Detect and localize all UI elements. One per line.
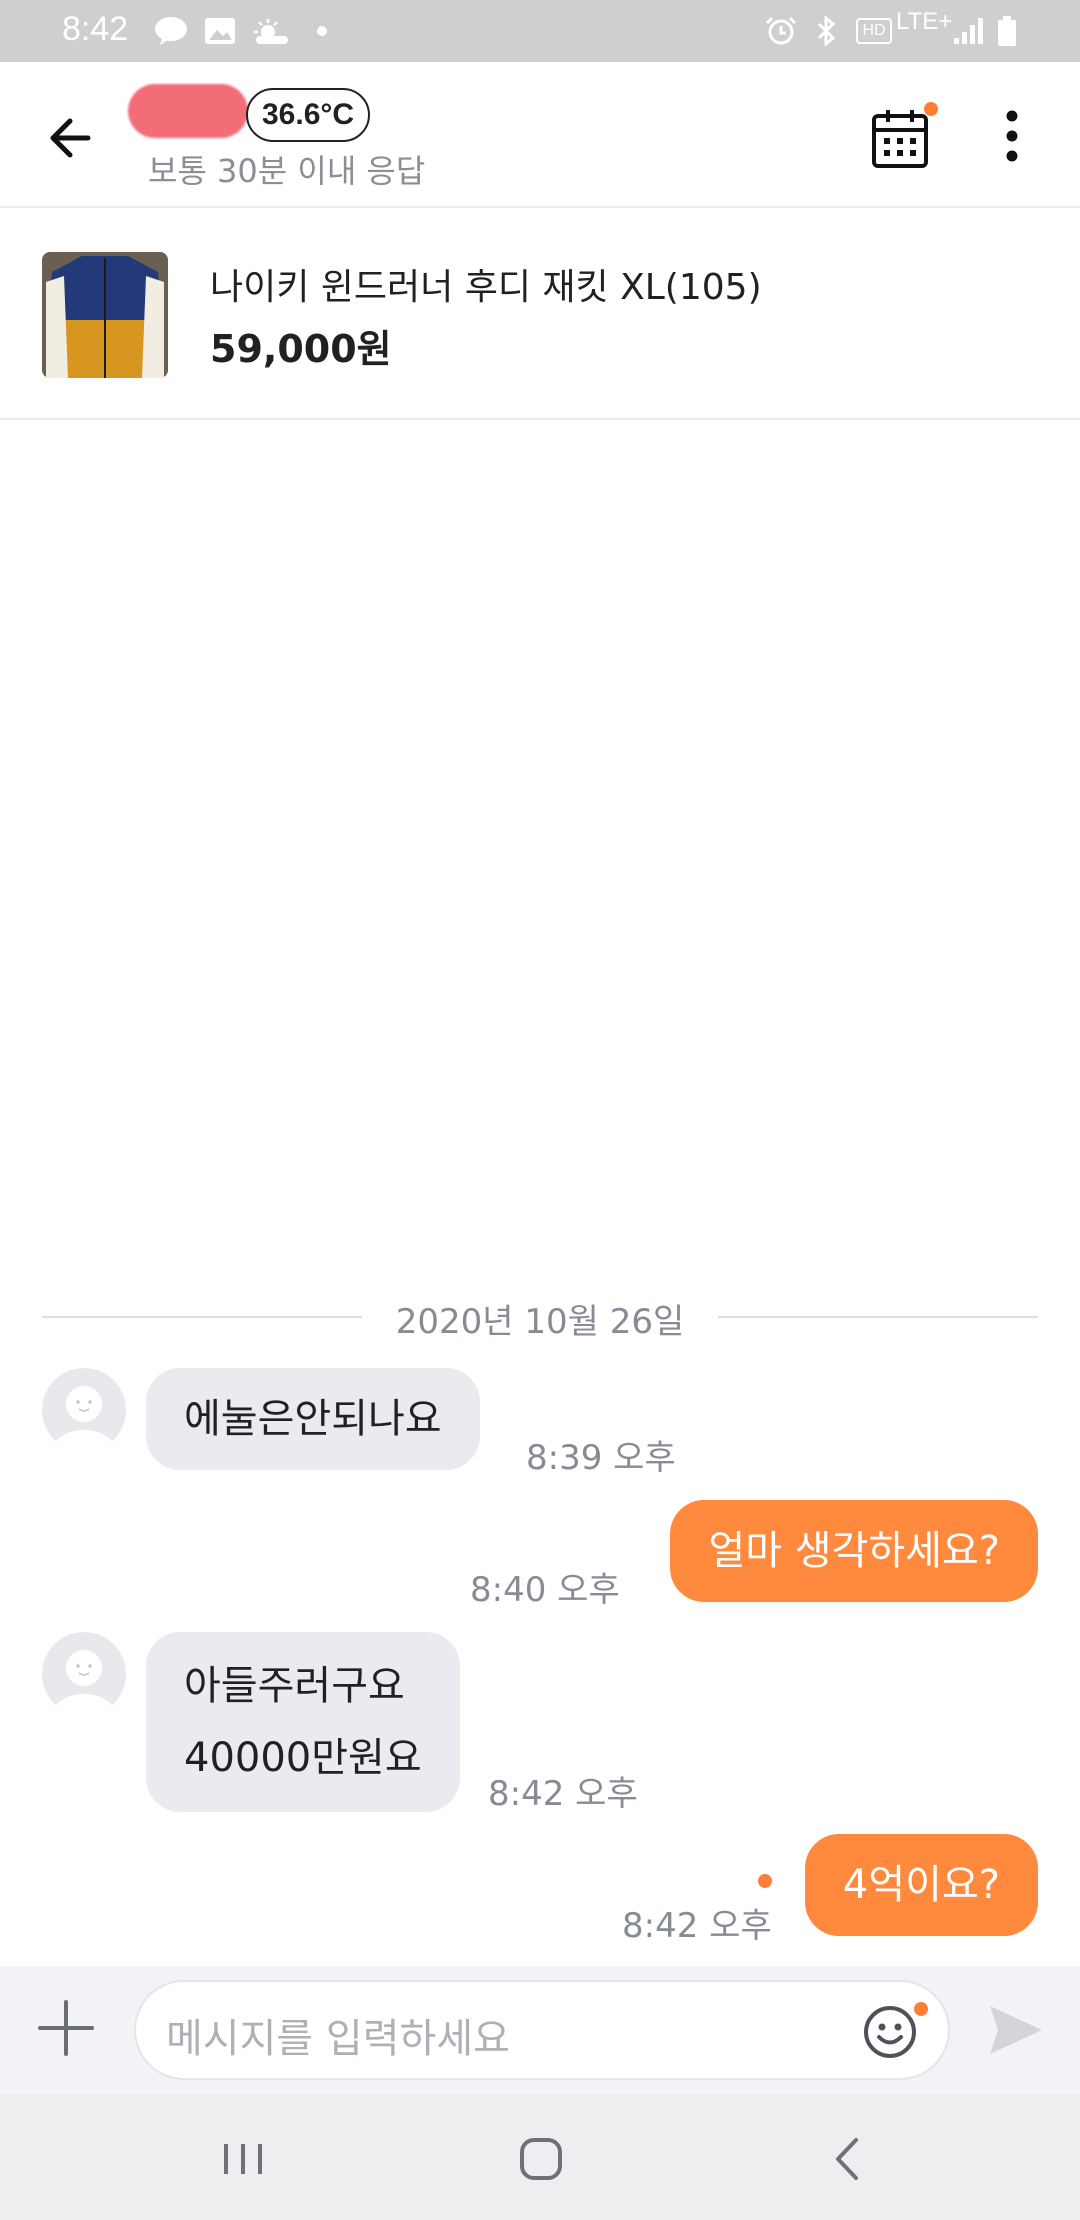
unread-indicator-dot bbox=[758, 1874, 772, 1888]
message-bubble-incoming[interactable]: 에눌은안되나요 bbox=[146, 1368, 480, 1470]
status-bar: 8:42 HD LTE+ bbox=[0, 0, 1080, 62]
status-time: 8:42 bbox=[62, 10, 129, 48]
message-time: 8:39 오후 bbox=[526, 1438, 676, 1478]
message-bubble-outgoing[interactable]: 4억이요? bbox=[804, 1834, 1038, 1936]
emoji-icon[interactable] bbox=[862, 2004, 918, 2060]
calendar-icon[interactable] bbox=[870, 104, 934, 174]
signal-icon bbox=[954, 18, 983, 44]
message-time: 8:42 오후 bbox=[622, 1906, 772, 1946]
message-composer: 메시지를 입력하세요 bbox=[0, 1966, 1080, 2094]
more-vertical-icon[interactable] bbox=[1000, 106, 1024, 166]
home-icon[interactable] bbox=[516, 2134, 566, 2184]
redacted-username bbox=[128, 84, 248, 138]
message-text: 에눌은안되나요 bbox=[184, 1396, 442, 1442]
dot-icon bbox=[317, 26, 327, 36]
product-thumbnail[interactable] bbox=[42, 252, 168, 378]
emoji-notification-dot bbox=[914, 2002, 928, 2016]
response-time-label: 보통 30분 이내 응답 bbox=[148, 152, 426, 190]
message-input-placeholder: 메시지를 입력하세요 bbox=[166, 2016, 510, 2062]
product-title: 나이키 윈드러너 후디 재킷 XL(105) bbox=[210, 267, 762, 308]
message-time: 8:42 오후 bbox=[488, 1774, 638, 1814]
product-price: 59,000원 bbox=[210, 327, 392, 371]
talk-icon bbox=[155, 17, 187, 45]
back-arrow-icon[interactable] bbox=[40, 102, 110, 172]
bluetooth-icon bbox=[817, 16, 836, 46]
chat-header: 36.6°C 보통 30분 이내 응답 bbox=[0, 62, 1080, 208]
system-navigation-bar bbox=[0, 2094, 1080, 2220]
message-bubble-incoming[interactable]: 아들주러구요 40000만원요 bbox=[146, 1632, 460, 1812]
manner-temperature-badge: 36.6°C bbox=[246, 88, 371, 142]
date-divider: 2020년 10월 26일 bbox=[42, 1290, 1038, 1342]
gallery-icon bbox=[205, 18, 235, 44]
calendar-notification-dot bbox=[924, 102, 938, 116]
message-text-line: 아들주러구요 bbox=[184, 1663, 405, 1709]
message-text: 얼마 생각하세요? bbox=[708, 1528, 1000, 1574]
alarm-icon bbox=[765, 16, 797, 45]
plus-icon[interactable] bbox=[34, 1996, 98, 2060]
default-profile-icon bbox=[52, 1650, 116, 1716]
chat-date: 2020년 10월 26일 bbox=[395, 1302, 685, 1342]
back-nav-icon[interactable] bbox=[824, 2134, 874, 2184]
message-time: 8:40 오후 bbox=[470, 1570, 620, 1610]
default-profile-icon bbox=[52, 1386, 116, 1452]
message-input[interactable]: 메시지를 입력하세요 bbox=[134, 1980, 950, 2080]
message-bubble-outgoing[interactable]: 얼마 생각하세요? bbox=[670, 1500, 1038, 1602]
battery-icon bbox=[998, 16, 1016, 46]
sender-avatar[interactable] bbox=[42, 1632, 126, 1716]
product-summary[interactable]: 나이키 윈드러너 후디 재킷 XL(105) 59,000원 bbox=[0, 208, 1080, 420]
sender-avatar[interactable] bbox=[42, 1368, 126, 1452]
weather-icon bbox=[254, 19, 288, 44]
message-text-line: 40000만원요 bbox=[184, 1735, 422, 1781]
send-icon[interactable] bbox=[986, 2000, 1046, 2060]
hd-icon: HD bbox=[856, 18, 892, 44]
recent-apps-icon[interactable] bbox=[218, 2134, 268, 2184]
lte-icon: LTE+ bbox=[896, 8, 953, 35]
message-text: 4억이요? bbox=[842, 1862, 1000, 1908]
